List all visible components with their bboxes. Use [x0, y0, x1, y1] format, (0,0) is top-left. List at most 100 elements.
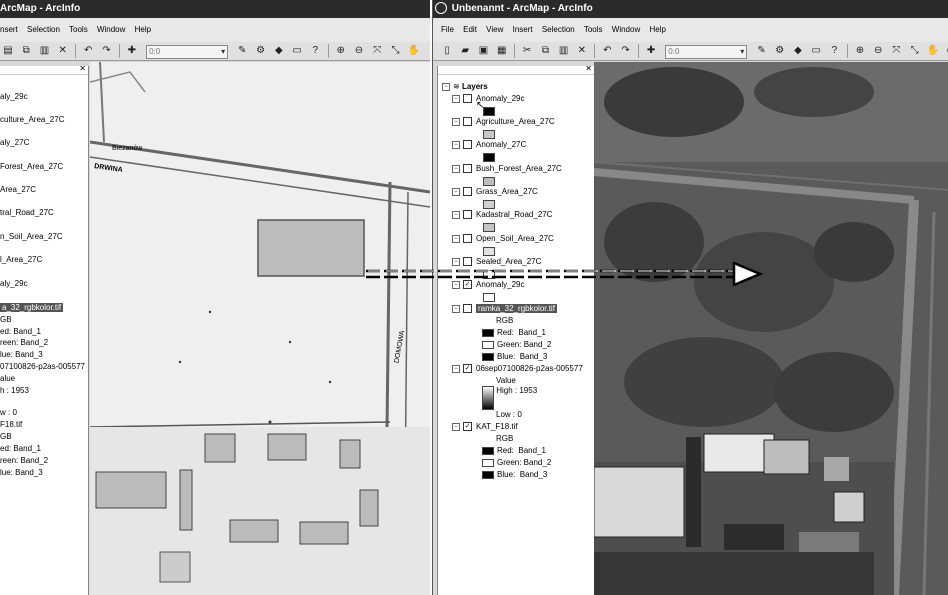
- paste-icon[interactable]: ▥: [557, 44, 571, 58]
- menu-tools[interactable]: Tools: [584, 25, 603, 34]
- left-menu-selection[interactable]: Selection: [27, 25, 60, 34]
- toc-layer-row[interactable]: − ✓ 06sep07100826-p2as-005577: [452, 364, 583, 374]
- left-scale-box[interactable]: 0:0: [146, 45, 229, 59]
- collapse-icon[interactable]: −: [452, 234, 460, 243]
- arctoolbox-icon[interactable]: ⚙: [254, 44, 268, 58]
- undo-icon[interactable]: ↶: [600, 44, 614, 58]
- menu-window[interactable]: Window: [612, 25, 640, 34]
- toc-layer-item[interactable]: tral_Road_27C: [0, 208, 54, 218]
- close-icon[interactable]: ✕: [79, 66, 86, 73]
- pan-icon[interactable]: ✋: [407, 44, 421, 58]
- right-scale-box[interactable]: 0:0: [665, 45, 748, 59]
- add-data-icon[interactable]: ✚: [125, 44, 139, 58]
- right-map-view[interactable]: [594, 62, 948, 595]
- toc-layer-item[interactable]: 07100826-p2as-005577: [0, 362, 85, 372]
- layer-checkbox[interactable]: [463, 187, 472, 197]
- collapse-icon[interactable]: −: [442, 82, 450, 91]
- redo-icon[interactable]: ↷: [619, 44, 633, 58]
- menu-view[interactable]: View: [486, 25, 503, 34]
- undo-icon[interactable]: ↶: [81, 44, 95, 58]
- collapse-icon[interactable]: −: [452, 187, 460, 196]
- save-icon[interactable]: ▣: [476, 44, 490, 58]
- menu-help[interactable]: Help: [649, 25, 665, 34]
- menu-insert[interactable]: Insert: [513, 25, 533, 34]
- toc-layer-row[interactable]: − Open_Soil_Area_27C: [452, 234, 554, 244]
- layer-checkbox[interactable]: ✓: [463, 422, 472, 432]
- zoom-in-icon[interactable]: ⊕: [334, 44, 348, 58]
- collapse-icon[interactable]: −: [452, 210, 460, 219]
- add-data-icon[interactable]: ✚: [644, 44, 658, 58]
- whats-this-icon[interactable]: ?: [827, 44, 841, 58]
- fixed-zoom-in-icon[interactable]: ⤧: [370, 44, 384, 58]
- zoom-in-icon[interactable]: ⊕: [853, 44, 867, 58]
- open-folder-icon[interactable]: ▰: [458, 44, 472, 58]
- paste-icon[interactable]: ▤: [1, 44, 15, 58]
- toc-layer-row[interactable]: − Grass_Area_27C: [452, 187, 538, 197]
- cut-icon[interactable]: ✂: [520, 44, 534, 58]
- catalog-icon[interactable]: ◆: [272, 44, 286, 58]
- whats-this-icon[interactable]: ?: [308, 44, 322, 58]
- left-menu-tools[interactable]: Tools: [69, 25, 88, 34]
- copy-icon[interactable]: ⧉: [538, 44, 552, 58]
- layer-checkbox[interactable]: [463, 164, 472, 174]
- fixed-zoom-out-icon[interactable]: ⤡: [908, 44, 922, 58]
- globe-icon[interactable]: ◉: [944, 44, 948, 58]
- catalog-icon[interactable]: ◆: [791, 44, 805, 58]
- collapse-icon[interactable]: −: [452, 364, 460, 373]
- toc-root[interactable]: − ≋ Layers: [442, 82, 488, 92]
- editor-icon[interactable]: ✎: [235, 44, 249, 58]
- toc-layer-item[interactable]: aly_29c: [0, 92, 28, 102]
- toc-layer-item[interactable]: culture_Area_27C: [0, 115, 64, 125]
- layer-checkbox[interactable]: [463, 140, 472, 150]
- left-menu-insert[interactable]: nsert: [0, 25, 18, 34]
- fixed-zoom-in-icon[interactable]: ⤧: [889, 44, 903, 58]
- toc-layer-item[interactable]: F18.tif: [0, 420, 22, 430]
- layer-checkbox[interactable]: [463, 117, 472, 127]
- layer-checkbox[interactable]: [463, 94, 472, 104]
- collapse-icon[interactable]: −: [452, 94, 460, 103]
- toc-layer-row[interactable]: − Kadastral_Road_27C: [452, 210, 553, 220]
- layer-checkbox[interactable]: [463, 234, 472, 244]
- left-menu-window[interactable]: Window: [97, 25, 125, 34]
- toc-layer-row[interactable]: − Anomaly_27C: [452, 140, 526, 150]
- delete-icon[interactable]: ✕: [575, 44, 589, 58]
- menu-selection[interactable]: Selection: [542, 25, 575, 34]
- window-icon[interactable]: ▭: [290, 44, 304, 58]
- toc-layer-row[interactable]: − ✓ KAT_F18.tif: [452, 422, 518, 432]
- toc-layer-item[interactable]: Forest_Area_27C: [0, 162, 63, 172]
- fixed-zoom-out-icon[interactable]: ⤡: [388, 44, 402, 58]
- layer-checkbox[interactable]: ✓: [463, 364, 472, 374]
- collapse-icon[interactable]: −: [452, 117, 460, 126]
- menu-edit[interactable]: Edit: [463, 25, 477, 34]
- toc-selected-layer[interactable]: a_32_rgbkolor.tif: [0, 303, 64, 313]
- collapse-icon[interactable]: −: [452, 164, 460, 173]
- close-icon[interactable]: ✕: [585, 66, 592, 73]
- arctoolbox-icon[interactable]: ⚙: [773, 44, 787, 58]
- collapse-icon[interactable]: −: [452, 304, 460, 313]
- left-map-view[interactable]: Biezanów DRWINA DOMOWA: [90, 62, 430, 595]
- toc-layer-item[interactable]: l_Area_27C: [0, 255, 42, 265]
- left-menu-help[interactable]: Help: [135, 25, 151, 34]
- toc-layer-item[interactable]: n_Soil_Area_27C: [0, 232, 63, 242]
- toc-layer-row[interactable]: − Anomaly_29c: [452, 94, 524, 104]
- toc-layer-row[interactable]: − Bush_Forest_Area_27C: [452, 164, 562, 174]
- delete-icon[interactable]: ✕: [56, 44, 70, 58]
- window-icon[interactable]: ▭: [809, 44, 823, 58]
- layer-checkbox[interactable]: [463, 210, 472, 220]
- redo-icon[interactable]: ↷: [99, 44, 113, 58]
- print-icon[interactable]: ▦: [495, 44, 509, 58]
- editor-icon[interactable]: ✎: [755, 44, 769, 58]
- layer-checkbox[interactable]: [463, 304, 472, 314]
- clipboard-icon[interactable]: ▥: [37, 44, 51, 58]
- copy-icon[interactable]: ⧉: [19, 44, 33, 58]
- collapse-icon[interactable]: −: [452, 422, 460, 431]
- toc-layer-item[interactable]: aly_27C: [0, 138, 29, 148]
- new-document-icon[interactable]: ▯: [440, 44, 454, 58]
- toc-layer-item[interactable]: aly_29c: [0, 279, 28, 289]
- menu-file[interactable]: File: [441, 25, 454, 34]
- toc-layer-item[interactable]: Area_27C: [0, 185, 36, 195]
- collapse-icon[interactable]: −: [452, 140, 460, 149]
- toc-layer-row[interactable]: − Agriculture_Area_27C: [452, 117, 555, 127]
- pan-icon[interactable]: ✋: [926, 44, 940, 58]
- zoom-out-icon[interactable]: ⊖: [352, 44, 366, 58]
